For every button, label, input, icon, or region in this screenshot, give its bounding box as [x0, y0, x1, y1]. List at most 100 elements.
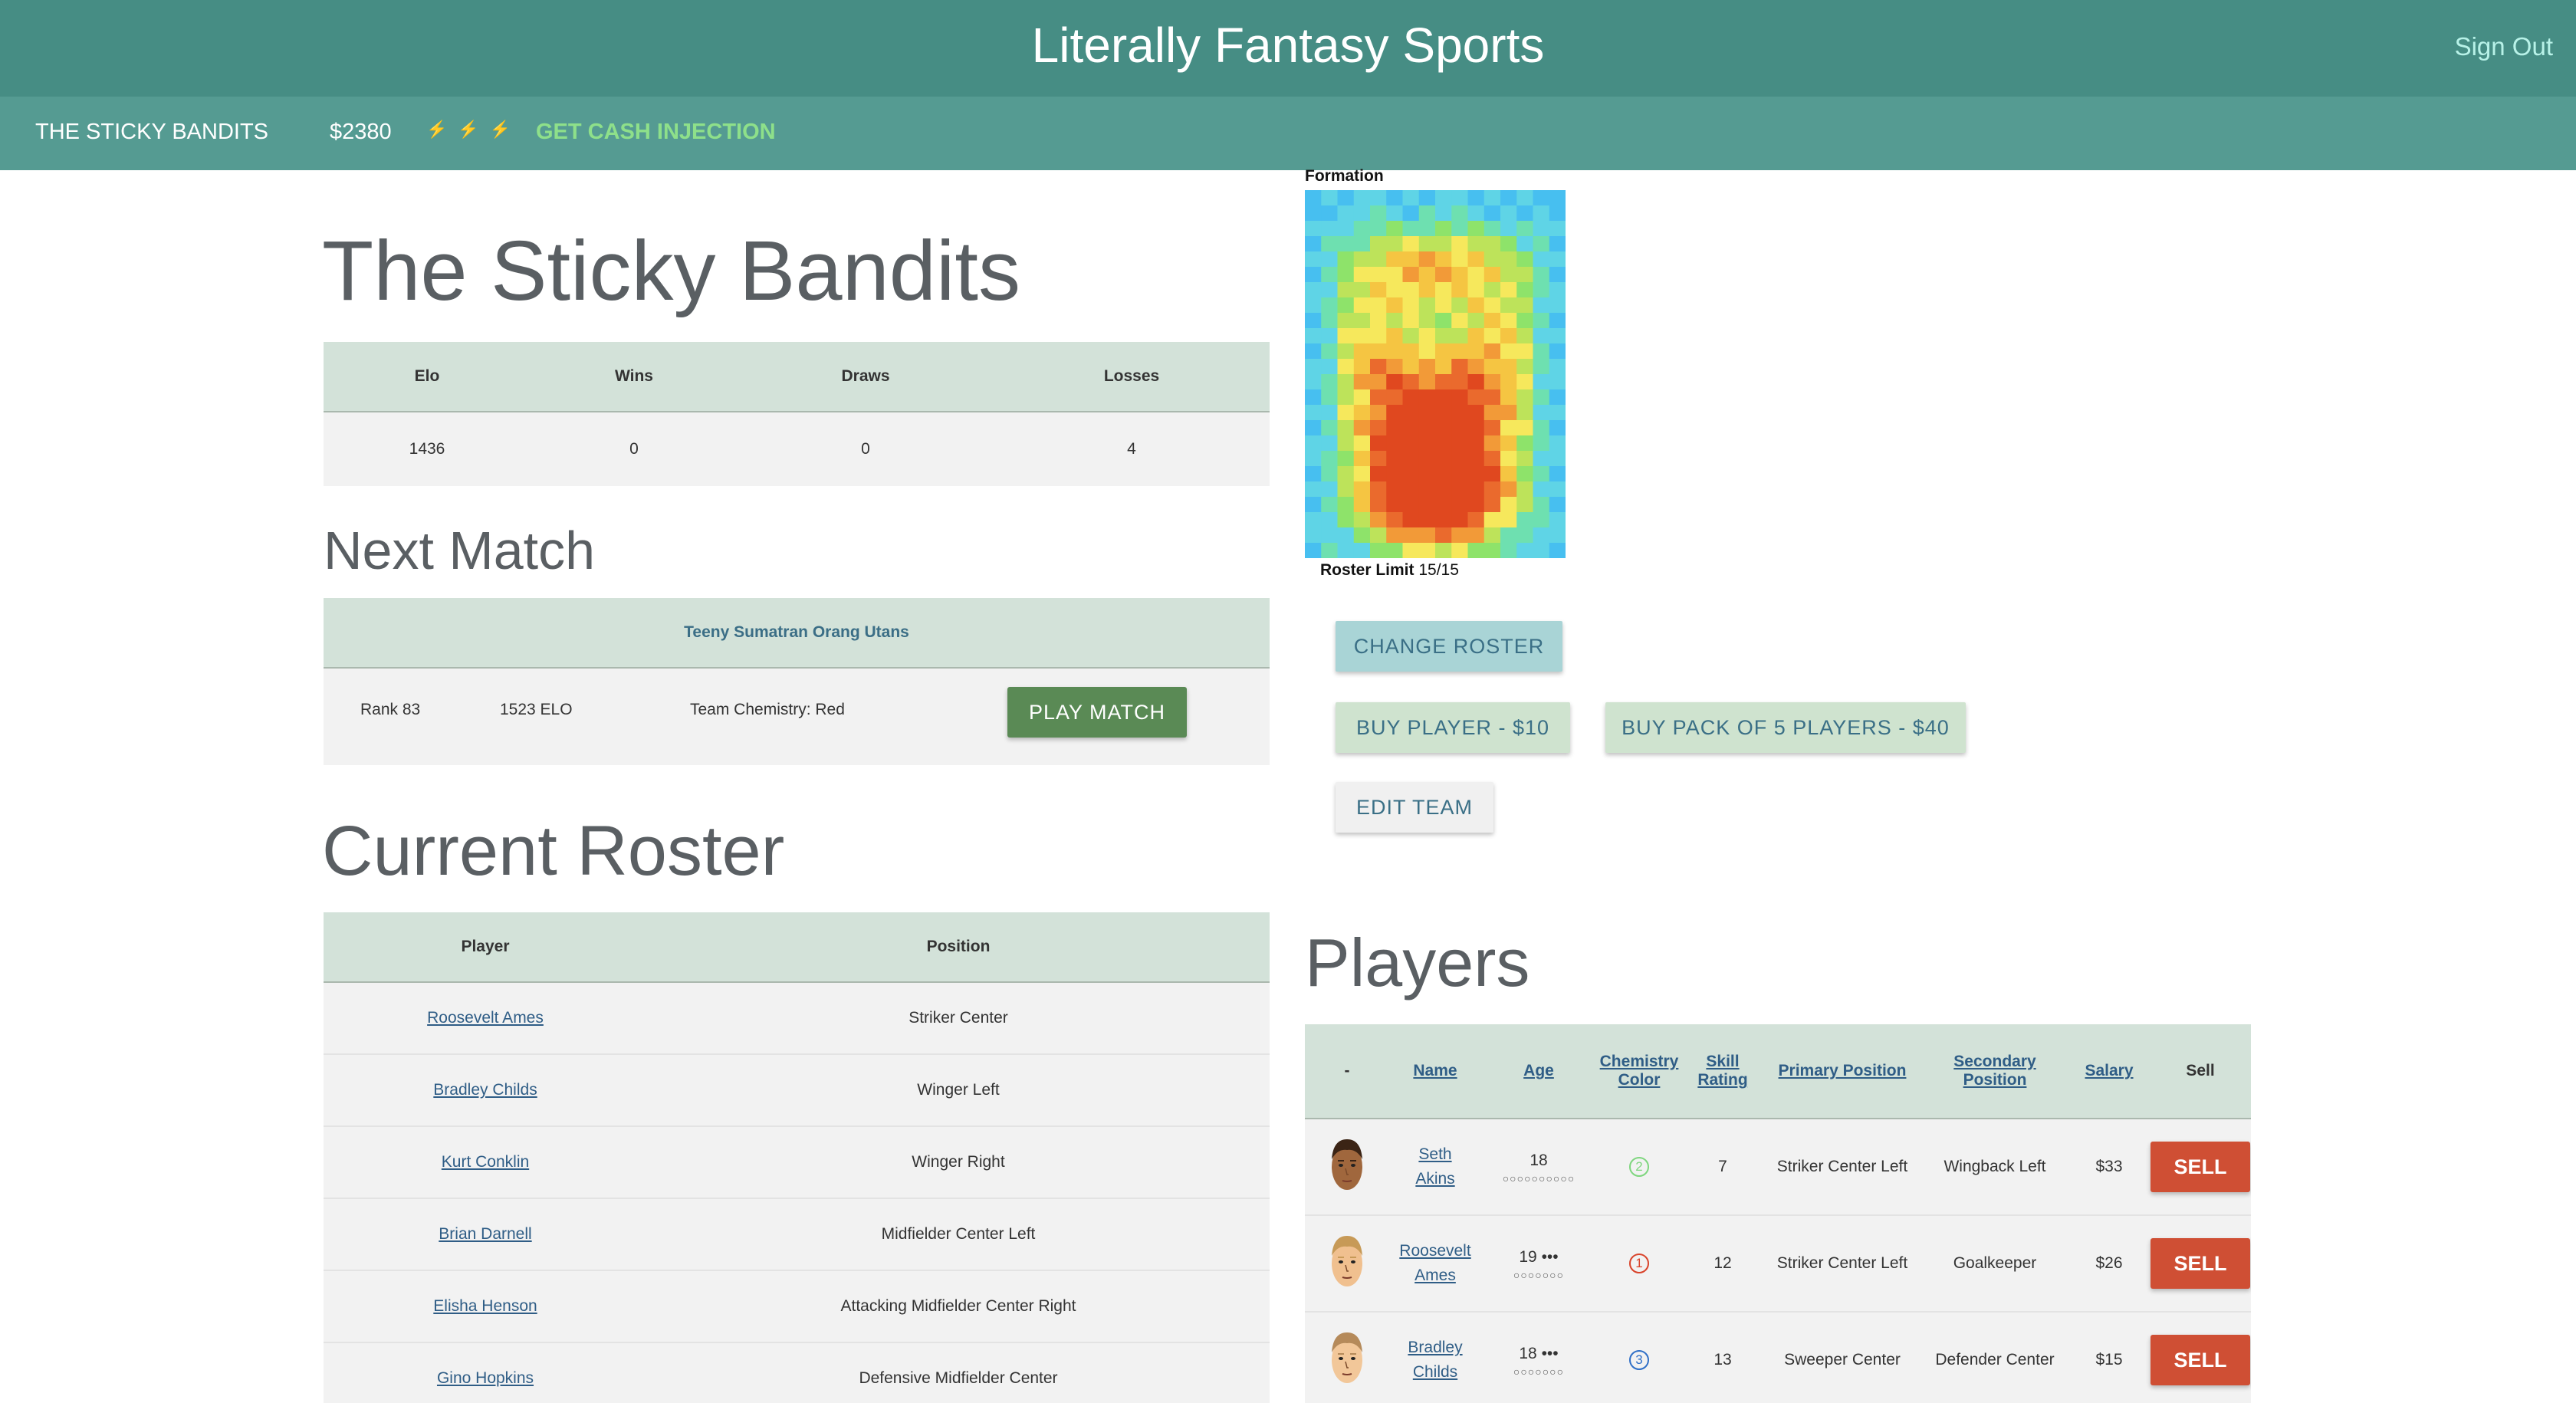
sign-out-link[interactable]: Sign Out — [2455, 32, 2553, 61]
players-table: - Name Age Chemistry Color Skill Rating Pr… — [1305, 1024, 2251, 1403]
header-secondary-line1: Secondary — [1953, 1053, 2036, 1070]
age-progress-dots: ○○○○○○○ — [1513, 1365, 1565, 1378]
player-position: Winger Right — [912, 1153, 1005, 1171]
player-first-name: Bradley — [1408, 1339, 1463, 1356]
header-secondary-line2: Position — [1963, 1071, 2027, 1089]
player-link[interactable]: Elisha Henson — [433, 1297, 537, 1315]
sort-primary-position-link[interactable]: Primary Position — [1779, 1062, 1907, 1079]
team-status-bar: THE STICKY BANDITS $2380 ⚡⚡⚡ GET CASH IN… — [0, 97, 2576, 170]
header-skill-line2: Rating — [1697, 1071, 1748, 1089]
player-face-icon — [1332, 1139, 1362, 1190]
play-match-button[interactable]: PLAY MATCH — [1007, 687, 1187, 738]
player-name-link[interactable]: Seth Akins — [1415, 1145, 1454, 1188]
next-match-title: Next Match — [324, 521, 595, 580]
formation-label: Formation — [1305, 167, 1384, 185]
header-elo: Elo — [414, 367, 440, 385]
age-value: 18 ••• — [1519, 1345, 1559, 1362]
next-match-table: Teeny Sumatran Orang Utans Rank 83 1523 … — [324, 598, 1270, 765]
player-position: Attacking Midfielder Center Right — [840, 1297, 1076, 1315]
edit-team-button[interactable]: EDIT TEAM — [1336, 782, 1493, 833]
sort-secondary-position-link[interactable]: Secondary Position — [1953, 1053, 2036, 1089]
chemistry-color: 2 — [1596, 1157, 1682, 1177]
player-name-link[interactable]: Roosevelt Ames — [1399, 1242, 1470, 1284]
primary-position: Striker Center Left — [1776, 1254, 1908, 1272]
table-row: Bradley Childs 18 ••• ○○○○○○○ 3 13 Sweepe… — [1305, 1313, 2251, 1403]
header-skill-line1: Skill — [1706, 1053, 1740, 1070]
sort-chemistry-link[interactable]: Chemistry Color — [1600, 1053, 1679, 1089]
roster-limit-label: Roster Limit — [1320, 561, 1414, 579]
secondary-position: Wingback Left — [1944, 1158, 2046, 1175]
table-row: Roosevelt Ames 19 ••• ○○○○○○○ 1 12 Strike… — [1305, 1216, 2251, 1313]
lightning-icon: ⚡ — [458, 120, 490, 139]
skill-rating: 7 — [1718, 1158, 1727, 1175]
team-title: The Sticky Bandits — [322, 224, 1020, 318]
wins-value: 0 — [629, 440, 639, 458]
player-link[interactable]: Brian Darnell — [439, 1225, 531, 1243]
change-roster-button[interactable]: CHANGE ROSTER — [1336, 621, 1562, 672]
player-last-name: Akins — [1415, 1170, 1455, 1188]
skill-rating: 12 — [1714, 1254, 1732, 1272]
table-row: Bradley Childs Winger Left — [324, 1055, 1270, 1127]
header-player: Player — [461, 938, 510, 955]
sell-button[interactable]: SELL — [2150, 1238, 2250, 1289]
player-link[interactable]: Bradley Childs — [433, 1081, 537, 1099]
player-face-icon — [1332, 1332, 1362, 1383]
player-position: Defensive Midfielder Center — [859, 1369, 1058, 1387]
buy-player-button[interactable]: BUY PLAYER - $10 — [1336, 702, 1570, 753]
lightning-icon: ⚡ — [426, 120, 458, 139]
header-draws: Draws — [841, 367, 890, 385]
sell-button[interactable]: SELL — [2150, 1335, 2250, 1385]
salary: $33 — [2095, 1158, 2123, 1175]
top-bar: Literally Fantasy Sports Sign Out — [0, 0, 2576, 97]
player-face-icon — [1332, 1236, 1362, 1286]
header-dash: - — [1344, 1062, 1350, 1079]
player-position: Striker Center — [909, 1009, 1008, 1027]
table-row: Roosevelt Ames Striker Center — [324, 983, 1270, 1055]
table-row: Gino Hopkins Defensive Midfielder Center — [324, 1343, 1270, 1403]
roster-header-row: Player Position — [324, 912, 1270, 983]
opponent-elo: 1523 ELO — [500, 701, 573, 718]
players-rows: Seth Akins 18 ○○○○○○○○○○ 2 7 Striker Cent… — [1305, 1119, 2251, 1403]
chemistry-color: 3 — [1596, 1350, 1682, 1370]
current-roster-title: Current Roster — [322, 812, 785, 890]
header-chem-line2: Color — [1618, 1071, 1661, 1089]
sort-age-link[interactable]: Age — [1523, 1062, 1554, 1079]
buy-pack-button[interactable]: BUY PACK OF 5 PLAYERS - $40 — [1605, 702, 1966, 753]
header-wins: Wins — [615, 367, 653, 385]
opponent-chemistry: Team Chemistry: Red — [690, 701, 845, 718]
table-row: Brian Darnell Midfielder Center Left — [324, 1199, 1270, 1271]
secondary-position: Defender Center — [1935, 1351, 2055, 1368]
chemistry-badge: 2 — [1629, 1157, 1649, 1177]
player-first-name: Roosevelt — [1399, 1242, 1471, 1260]
avatar — [1305, 1230, 1389, 1297]
roster-limit-value: 15/15 — [1418, 561, 1459, 579]
player-link[interactable]: Kurt Conklin — [442, 1153, 529, 1171]
avatar — [1305, 1326, 1389, 1394]
player-last-name: Childs — [1412, 1363, 1458, 1381]
sort-salary-link[interactable]: Salary — [2085, 1062, 2133, 1079]
energy-bolts: ⚡⚡⚡ — [426, 120, 521, 140]
sort-name-link[interactable]: Name — [1413, 1062, 1457, 1079]
cash-injection-link[interactable]: GET CASH INJECTION — [536, 120, 776, 145]
table-row: Elisha Henson Attacking Midfielder Cente… — [324, 1271, 1270, 1343]
team-stats-table: Elo Wins Draws Losses 1436 0 0 4 — [324, 342, 1270, 486]
chemistry-color: 1 — [1596, 1254, 1682, 1273]
player-name-link[interactable]: Bradley Childs — [1408, 1339, 1462, 1381]
formation-heatmap — [1305, 190, 1566, 558]
players-header-row: - Name Age Chemistry Color Skill Rating Pr… — [1305, 1024, 2251, 1119]
sort-skill-link[interactable]: Skill Rating — [1697, 1053, 1747, 1089]
elo-value: 1436 — [409, 440, 445, 458]
primary-position: Striker Center Left — [1776, 1158, 1908, 1175]
player-name: Roosevelt Ames — [1389, 1239, 1481, 1288]
lightning-icon: ⚡ — [489, 120, 522, 139]
player-link[interactable]: Roosevelt Ames — [427, 1009, 544, 1027]
sell-button[interactable]: SELL — [2150, 1142, 2250, 1192]
header-sell: Sell — [2186, 1062, 2215, 1079]
players-title: Players — [1305, 925, 1530, 1001]
player-age: 18 ○○○○○○○○○○ — [1481, 1149, 1596, 1184]
avatar — [1305, 1133, 1389, 1201]
draws-value: 0 — [861, 440, 870, 458]
app-title: Literally Fantasy Sports — [1031, 18, 1545, 73]
header-position: Position — [926, 938, 991, 955]
player-link[interactable]: Gino Hopkins — [437, 1369, 534, 1387]
